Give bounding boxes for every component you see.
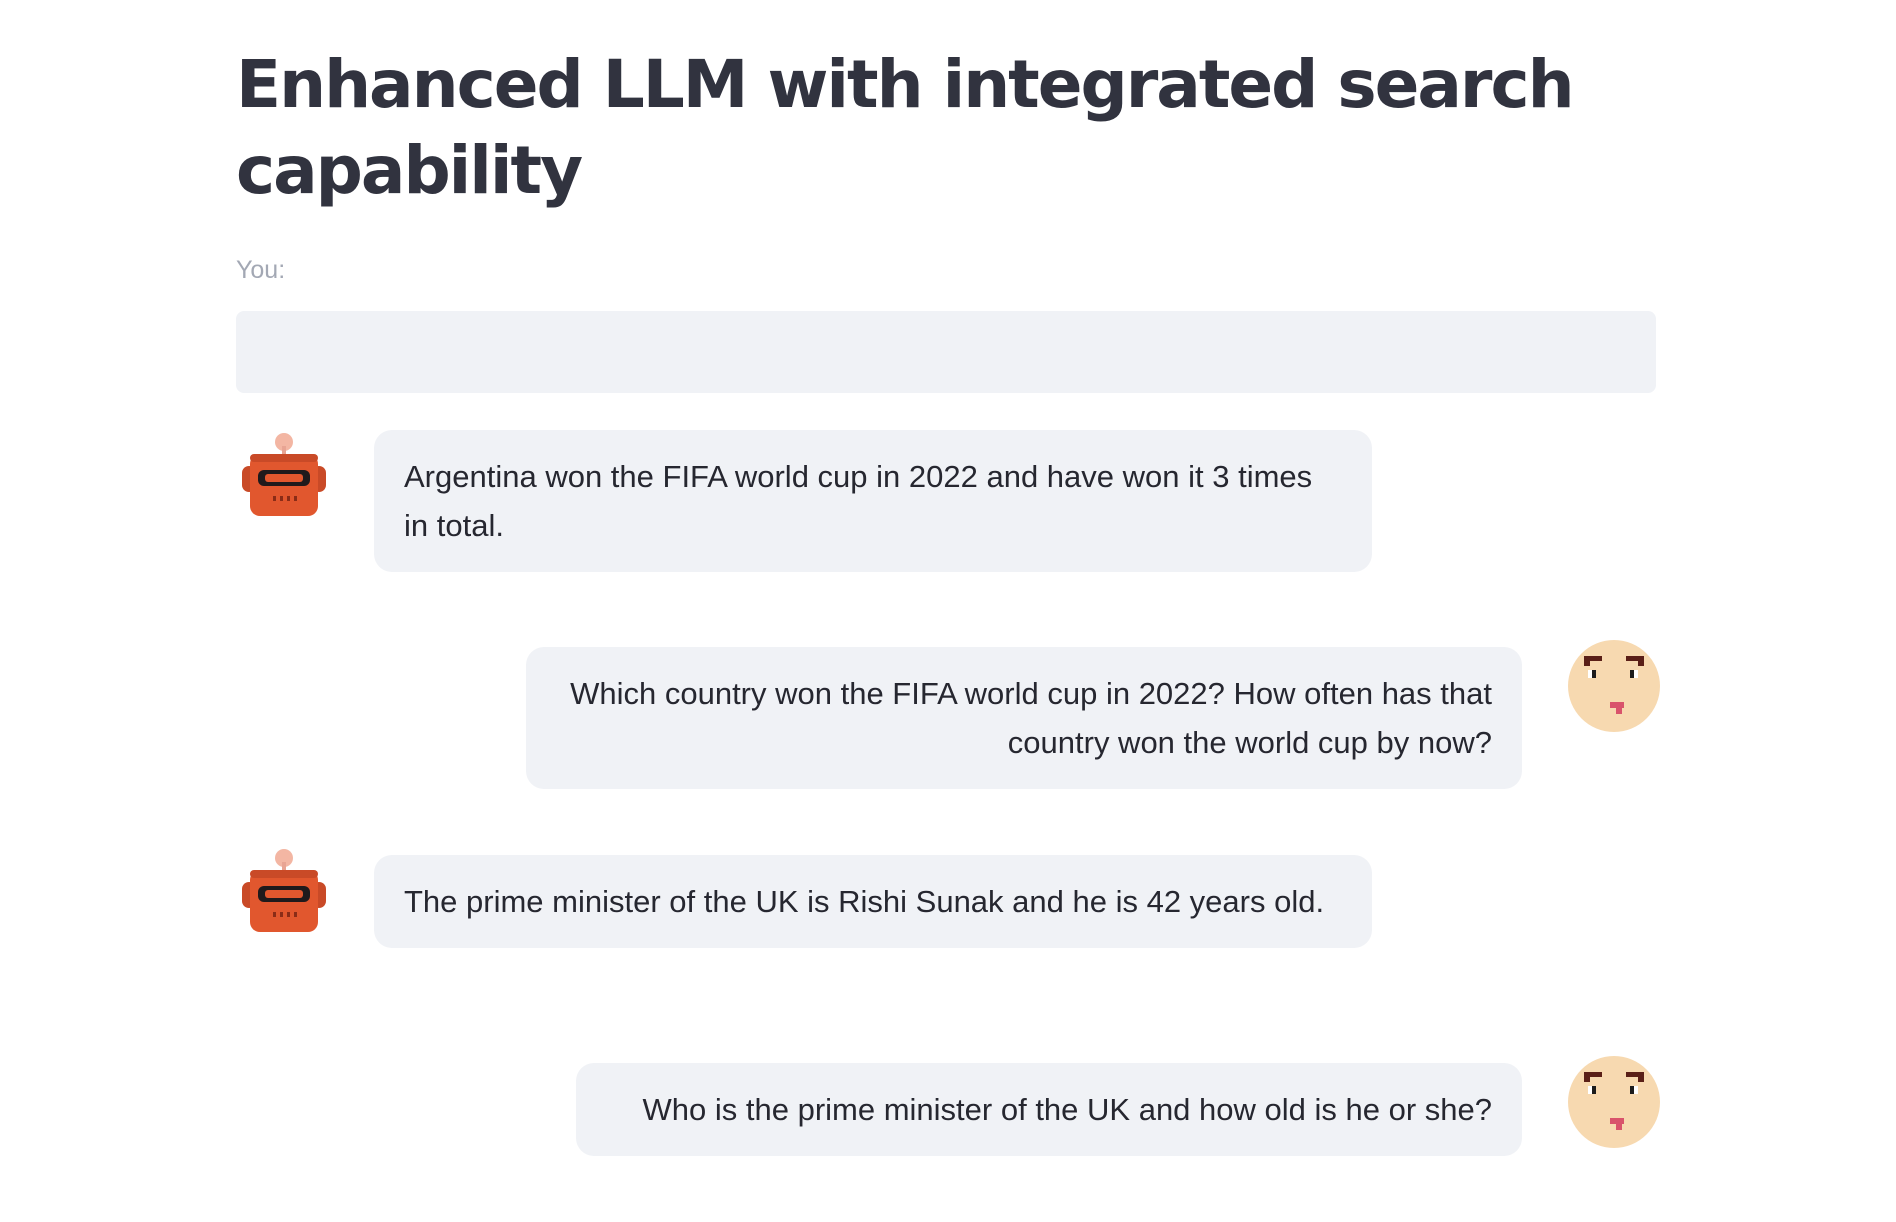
chat-message: Which country won the FIFA world cup in … (236, 638, 1662, 789)
chat-message: Who is the prime minister of the UK and … (236, 1054, 1660, 1164)
robot-icon (236, 430, 332, 526)
chat-message: The prime minister of the UK is Rishi Su… (236, 846, 1660, 996)
face-icon (1566, 1054, 1662, 1150)
robot-icon (236, 846, 332, 942)
chat-input[interactable] (236, 311, 1656, 393)
chat-message: Argentina won the FIFA world cup in 2022… (236, 430, 1660, 580)
assistant-message-bubble: The prime minister of the UK is Rishi Su… (374, 855, 1372, 948)
user-message-bubble: Who is the prime minister of the UK and … (576, 1063, 1522, 1156)
page-title: Enhanced LLM with integrated search capa… (236, 46, 1575, 209)
assistant-message-bubble: Argentina won the FIFA world cup in 2022… (374, 430, 1372, 572)
user-message-bubble: Which country won the FIFA world cup in … (526, 647, 1522, 789)
input-label: You: (236, 256, 286, 284)
face-icon (1566, 638, 1662, 734)
